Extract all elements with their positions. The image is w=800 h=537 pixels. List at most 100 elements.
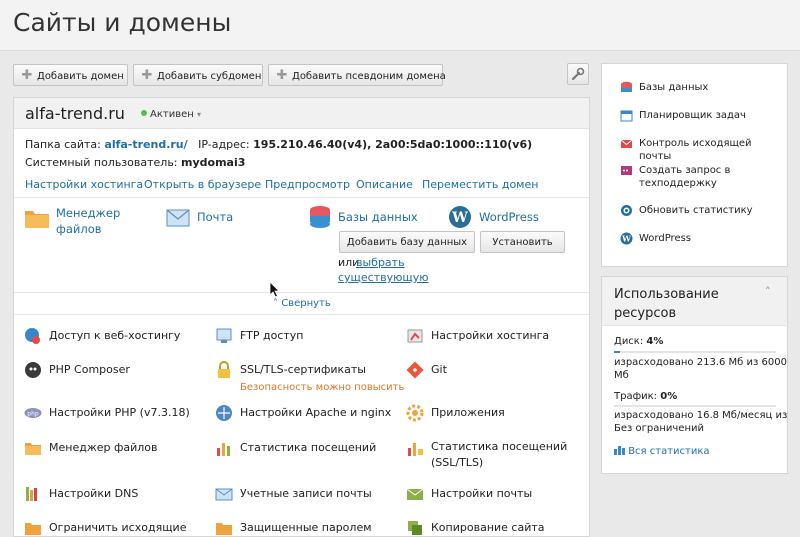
grid-password-protected[interactable]: Защищенные паролем (215, 519, 400, 536)
mail-icon (166, 209, 190, 227)
traffic-label: Трафик: (614, 391, 658, 402)
resource-usage-title: Использование ресурсов (614, 287, 719, 321)
disk-usage-line: Диск: 4% (614, 335, 779, 348)
grid-file-manager[interactable]: Менеджер файлов (24, 439, 209, 459)
link-open-in-browser[interactable]: Открыть в браузере (144, 178, 261, 191)
choose-existing-link-line2[interactable]: существующую (338, 271, 429, 284)
chevron-up-icon: ˄ (273, 298, 278, 309)
grid-applications[interactable]: Приложения (406, 404, 586, 424)
site-folder-link[interactable]: alfa-trend.ru/ (104, 138, 187, 151)
folder-icon (25, 443, 41, 455)
all-statistics-label: Вся статистика (628, 446, 710, 457)
dns-icon (26, 487, 37, 501)
domain-info-line: Папка сайта: alfa-trend.ru/ IP-адрес: 19… (25, 138, 532, 151)
install-wordpress-button[interactable]: Установить (480, 231, 565, 253)
status-badge[interactable]: Активен ▾ (141, 109, 201, 120)
database-icon (310, 206, 330, 228)
grid-php-settings[interactable]: php Настройки PHP (v7.3.18) (24, 404, 209, 424)
collapse-link[interactable]: ˄ Свернуть (273, 298, 331, 309)
support-ticket-icon (621, 166, 632, 175)
grid-label: Git (431, 363, 447, 376)
collapse-label: Свернуть (281, 298, 331, 309)
grid-label: Менеджер файлов (49, 441, 158, 454)
grid-hosting-settings[interactable]: Настройки хостинга (406, 327, 586, 347)
tools-button[interactable] (567, 63, 589, 85)
ftp-icon (216, 328, 232, 343)
wrench-icon (571, 67, 585, 81)
grid-label: Приложения (431, 406, 505, 419)
ssl-warning-text: Безопасность можно повысить (240, 382, 405, 393)
grid-ftp-access[interactable]: FTP доступ (215, 327, 400, 347)
grid-visit-statistics-ssl[interactable]: Статистика посещений (SSL/TLS) (406, 439, 586, 473)
chevron-up-icon[interactable]: ˄ (765, 285, 771, 298)
folder-lock-icon (216, 523, 232, 535)
mail-restrict-icon (25, 523, 41, 535)
sidebar-actions-panel: Базы данных Планировщик задач Контроль и… (601, 63, 788, 267)
grid-mail-accounts[interactable]: Учетные записи почты (215, 485, 400, 505)
plus-icon: ✚ (21, 68, 33, 83)
lock-icon (218, 361, 230, 378)
php-icon: php (24, 408, 42, 418)
grid-site-copy[interactable]: Копирование сайта (406, 519, 586, 536)
choose-existing-link-line1[interactable]: выбрать (356, 256, 405, 269)
bar-chart-lock-icon (408, 443, 423, 456)
page-header: Сайты и домены (0, 0, 800, 51)
grid-git[interactable]: Git (406, 361, 586, 381)
calendar-icon (620, 110, 633, 122)
all-statistics-link[interactable]: Вся статистика (614, 444, 779, 458)
bar-chart-icon (217, 443, 230, 456)
disk-label: Диск: (614, 336, 644, 347)
folder-icon (25, 211, 49, 228)
add-domain-button[interactable]: ✚ Добавить домен (13, 64, 128, 86)
sysuser-line: Системный пользователь: mydomai3 (25, 156, 245, 169)
grid-visit-statistics[interactable]: Статистика посещений (215, 439, 400, 459)
add-subdomain-button[interactable]: ✚ Добавить субдомен (133, 64, 263, 86)
quick-mail-link[interactable]: Почта (197, 209, 233, 225)
divider (14, 314, 589, 315)
sidebar-item-label: Контроль исходящей почты (639, 138, 752, 162)
composer-icon (25, 362, 41, 378)
sidebar-item-label: Обновить статистику (639, 205, 753, 216)
grid-ssl-certificates[interactable]: SSL/TLS-сертификаты Безопасность можно п… (215, 361, 404, 395)
grid-label: Защищенные паролем (240, 521, 372, 534)
link-description[interactable]: Описание (356, 178, 413, 191)
add-database-button[interactable]: Добавить базу данных (339, 231, 475, 253)
svg-text:php: php (27, 411, 39, 418)
add-domain-alias-button[interactable]: ✚ Добавить псевдоним домена (268, 64, 446, 86)
grid-label: Настройки хостинга (431, 329, 550, 342)
quick-file-manager-link[interactable]: Менеджер файлов (56, 205, 120, 237)
grid-label: Настройки почты (431, 487, 533, 500)
grid-php-composer[interactable]: PHP Composer (24, 361, 209, 381)
link-preview[interactable]: Предпросмотр (265, 178, 350, 191)
hosting-settings-icon (407, 329, 423, 343)
quick-wordpress-link[interactable]: WordPress (479, 209, 539, 225)
traffic-used-text: израсходовано 16.8 Мб/месяц из Без огран… (614, 410, 788, 434)
domain-panel: alfa-trend.ru Активен ▾ Папка сайта: alf… (13, 97, 590, 537)
grid-mail-settings[interactable]: Настройки почты (406, 485, 586, 505)
status-dot-icon (141, 110, 147, 116)
status-label: Активен (150, 109, 194, 120)
disk-value: 4% (646, 336, 664, 347)
quick-databases-link[interactable]: Базы данных (338, 209, 418, 225)
grid-web-hosting-access[interactable]: Доступ к веб-хостингу (24, 327, 209, 347)
page-title: Сайты и домены (13, 8, 232, 37)
plus-icon: ✚ (276, 68, 288, 83)
sysuser-value: mydomai3 (181, 156, 246, 169)
resource-usage-header[interactable]: Использование ресурсов ˄ (602, 277, 787, 326)
wordpress-icon: W (620, 232, 633, 245)
traffic-progress-bar (614, 405, 776, 407)
copy-icon (408, 521, 422, 535)
link-hosting-settings[interactable]: Настройки хостинга (25, 178, 143, 191)
mail-icon (215, 488, 233, 501)
bar-chart-icon (614, 446, 625, 455)
link-move-domain[interactable]: Переместить домен (422, 178, 538, 191)
user-key-icon (25, 328, 40, 344)
ip-value: 195.210.46.40(v4), 2a00:5da0:1000::110(v… (253, 138, 533, 151)
grid-label: FTP доступ (240, 329, 304, 342)
grid-apache-nginx-settings[interactable]: Настройки Apache и nginx (215, 404, 400, 424)
grid-dns-settings[interactable]: Настройки DNS (24, 485, 209, 505)
resource-usage-panel: Использование ресурсов ˄ Диск: 4% израсх… (601, 276, 788, 474)
database-icon (621, 81, 632, 92)
wordpress-icon: W (449, 206, 471, 228)
grid-restrict-outgoing[interactable]: Ограничить исходящие (24, 519, 209, 536)
